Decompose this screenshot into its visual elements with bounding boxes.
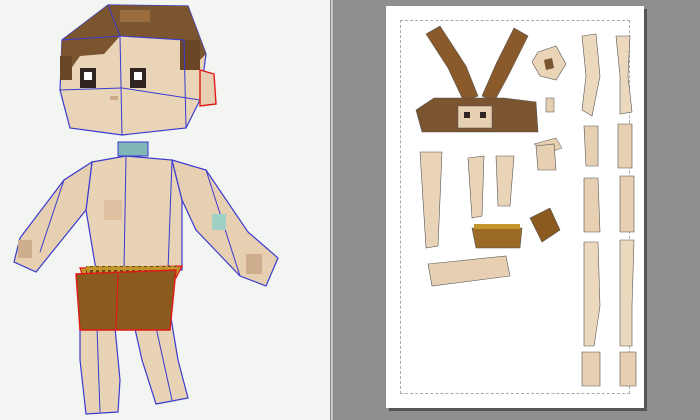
unfolded-sheet-view[interactable] [334, 0, 700, 420]
part-leg-strips[interactable] [581, 239, 637, 387]
model-left-arm [13, 160, 93, 273]
model-head [59, 4, 217, 136]
part-head-hair[interactable] [415, 25, 567, 133]
model-torso [85, 155, 183, 271]
part-foot[interactable] [427, 255, 511, 287]
part-loincloth[interactable] [471, 207, 561, 249]
part-arm-strips[interactable] [581, 33, 635, 233]
model-loincloth [75, 265, 183, 331]
papercraft-model-3d [13, 4, 279, 415]
3d-model-view[interactable] [0, 0, 331, 420]
model-right-arm [171, 159, 279, 287]
unfolded-parts [415, 25, 637, 387]
model-neck [117, 141, 149, 157]
paper-sheet [386, 6, 644, 408]
